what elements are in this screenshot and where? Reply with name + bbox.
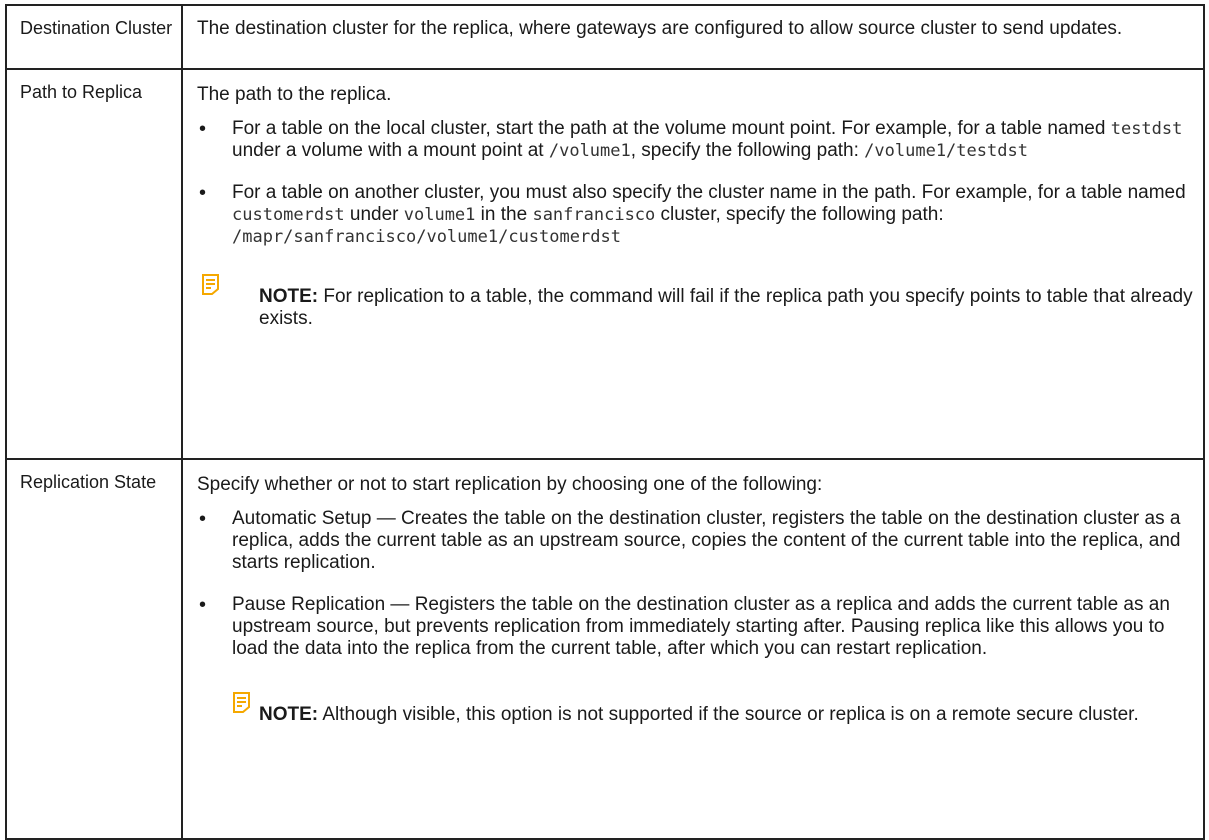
description-intro: Specify whether or not to start replicat… (197, 474, 823, 495)
row-description: The path to the replica. • For a table o… (181, 68, 1205, 460)
list-item: • Pause Replication — Registers the tabl… (197, 594, 1193, 660)
bullet-icon: • (199, 508, 207, 530)
bullet-icon: • (199, 594, 207, 616)
table-row: Destination Cluster The destination clus… (5, 4, 1205, 70)
row-term: Path to Replica (5, 68, 183, 460)
note-block: NOTE: For replication to a table, the co… (197, 274, 1193, 330)
code-text: customerdst (232, 205, 345, 225)
list-item-text: under (344, 204, 404, 225)
list-item-text: For a table on another cluster, you must… (232, 182, 1186, 203)
table-row: Path to Replica The path to the replica.… (5, 68, 1205, 460)
bullet-list: • Automatic Setup — Creates the table on… (197, 508, 1193, 660)
list-item: • For a table on another cluster, you mu… (197, 182, 1193, 248)
code-text: /volume1/testdst (864, 141, 1028, 161)
note-block: NOTE: Although visible, this option is n… (232, 692, 1193, 726)
list-item: • Automatic Setup — Creates the table on… (197, 508, 1193, 574)
bullet-icon: • (199, 182, 207, 204)
list-item: • For a table on the local cluster, star… (197, 118, 1193, 162)
note-label: NOTE: (259, 286, 319, 307)
code-text: volume1 (403, 205, 476, 225)
list-item-text: , specify the following path: (630, 140, 865, 161)
note-text: Although visible, this option is not sup… (318, 704, 1139, 725)
code-text: /volume1 (548, 141, 631, 161)
list-item-text: For a table on the local cluster, start … (232, 118, 1111, 139)
options-table: Destination Cluster The destination clus… (5, 4, 1205, 840)
description-intro: The path to the replica. (197, 84, 392, 105)
list-item-text: under a volume with a mount point at (232, 140, 549, 161)
list-item-text: in the (475, 204, 533, 225)
list-item-text: Pause Replication — Registers the table … (232, 594, 1170, 659)
note-icon (202, 274, 219, 295)
table-row: Replication State Specify whether or not… (5, 458, 1205, 840)
note-text: For replication to a table, the command … (259, 286, 1193, 329)
list-item-text: cluster, specify the following path: (655, 204, 944, 225)
code-text: sanfrancisco (532, 205, 656, 225)
row-description: The destination cluster for the replica,… (181, 4, 1205, 70)
note-icon (233, 692, 250, 713)
code-text: testdst (1110, 119, 1183, 139)
list-item-text: Automatic Setup — Creates the table on t… (232, 508, 1181, 573)
description-text: The destination cluster for the replica,… (197, 18, 1123, 39)
note-label: NOTE: (259, 704, 319, 725)
bullet-list: • For a table on the local cluster, star… (197, 118, 1193, 248)
row-term: Replication State (5, 458, 183, 840)
row-term: Destination Cluster (5, 4, 183, 70)
row-description: Specify whether or not to start replicat… (181, 458, 1205, 840)
bullet-icon: • (199, 118, 207, 140)
code-text: /mapr/sanfrancisco/volume1/customerdst (232, 227, 621, 247)
